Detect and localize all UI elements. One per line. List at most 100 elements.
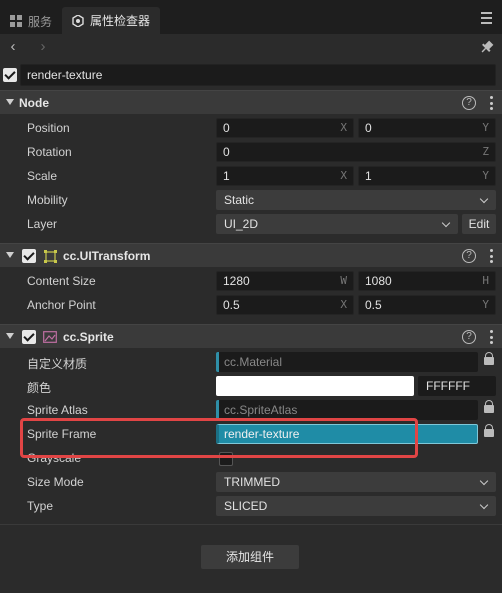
custom-material-asset-field[interactable]: cc.Material [216,352,478,372]
axis-label: X [340,298,347,311]
inspector-icon [72,14,84,27]
divider [0,524,502,525]
edit-layer-button[interactable]: Edit [462,214,496,234]
color-swatch[interactable] [216,376,414,396]
anchor-y-input[interactable]: 0.5 Y [358,295,496,315]
prop-row-layer: Layer UI_2D Edit [0,212,502,236]
prop-label: Sprite Atlas [27,403,88,417]
collapse-caret-icon[interactable] [6,99,14,105]
tab-inspector-label: 属性检查器 [90,14,151,28]
tab-inspector[interactable]: 属性检查器 [62,7,161,34]
prop-row-sprite-frame: Sprite Frame render-texture [0,422,502,446]
axis-label: Y [482,169,489,182]
section-title: Node [19,96,49,110]
panel-tab-bar: 服务 属性检查器 [0,0,502,34]
prop-row-anchor-point: Anchor Point 0.5 X 0.5 Y [0,293,502,317]
anchor-x-input[interactable]: 0.5 X [216,295,354,315]
section-title: cc.Sprite [63,330,114,344]
section-uitransform-header[interactable]: cc.UITransform ? [0,243,502,267]
prop-label: 颜色 [27,381,52,395]
more-options-icon[interactable] [489,330,493,344]
node-active-checkbox[interactable] [3,68,17,82]
prop-label: Mobility [27,193,68,207]
prop-label: Rotation [27,145,72,159]
prop-label: Content Size [27,274,96,288]
prop-row-custom-material: 自定义材质 cc.Material [0,350,502,374]
rotation-z-input[interactable]: 0Z [216,142,496,162]
tab-services-label: 服务 [28,14,53,29]
chevron-down-icon [479,476,489,486]
add-component-button[interactable]: 添加组件 [201,545,299,569]
grid-icon [10,15,22,27]
prop-row-position: Position 0X 0Y [0,116,502,140]
prop-label: Type [27,499,54,513]
sprite-frame-asset-field[interactable]: render-texture [216,424,478,444]
prop-label: Grayscale [27,451,82,465]
pin-icon[interactable] [478,38,496,56]
sprite-atlas-asset-field[interactable]: cc.SpriteAtlas [216,400,478,420]
lock-icon[interactable] [484,424,494,437]
position-x-input[interactable]: 0X [216,118,354,138]
sprite-image-icon [43,331,57,343]
color-hex-input[interactable]: FFFFFF [418,376,496,396]
prop-row-color: 颜色 FFFFFF [0,374,502,398]
help-icon[interactable]: ? [462,249,476,263]
prop-row-grayscale: Grayscale [0,446,502,470]
collapse-caret-icon[interactable] [6,252,14,258]
prop-row-sprite-atlas: Sprite Atlas cc.SpriteAtlas [0,398,502,422]
component-enabled-checkbox[interactable] [22,249,36,263]
type-select[interactable]: SLICED [216,496,496,516]
axis-label: Y [482,121,489,134]
back-arrow-icon[interactable]: ‹ [4,38,22,56]
tab-services[interactable]: 服务 [0,8,62,34]
layer-select[interactable]: UI_2D [216,214,458,234]
content-width-input[interactable]: 1280 W [216,271,354,291]
prop-row-content-size: Content Size 1280 W 1080 H [0,269,502,293]
grayscale-checkbox[interactable] [219,452,233,466]
node-name-input[interactable]: render-texture [20,64,496,86]
prop-label: Size Mode [27,475,84,489]
collapse-caret-icon[interactable] [6,333,14,339]
axis-label: X [340,121,347,134]
mobility-select[interactable]: Static [216,190,496,210]
prop-row-mobility: Mobility Static [0,188,502,212]
axis-label: Y [482,298,489,311]
node-name-bar: render-texture [0,62,502,88]
chevron-down-icon [441,218,451,228]
help-icon[interactable]: ? [462,96,476,110]
size-mode-select[interactable]: TRIMMED [216,472,496,492]
component-enabled-checkbox[interactable] [22,330,36,344]
position-y-input[interactable]: 0Y [358,118,496,138]
scale-y-input[interactable]: 1Y [358,166,496,186]
forward-arrow-icon[interactable]: › [34,38,52,56]
hamburger-menu-icon[interactable] [476,10,496,26]
axis-label: X [340,169,347,182]
prop-label: Sprite Frame [27,427,97,441]
section-node-header[interactable]: Node ? [0,90,502,114]
prop-label: Position [27,121,70,135]
prop-row-size-mode: Size Mode TRIMMED [0,470,502,494]
more-options-icon[interactable] [489,249,493,263]
axis-label: Z [482,145,489,158]
uitransform-icon [44,250,57,263]
scale-x-input[interactable]: 1X [216,166,354,186]
prop-row-rotation: Rotation 0Z [0,140,502,164]
prop-row-type: Type SLICED [0,494,502,518]
more-options-icon[interactable] [489,96,493,110]
lock-icon[interactable] [484,400,494,413]
prop-label: Anchor Point [27,298,96,312]
prop-label: Layer [27,217,58,231]
content-height-input[interactable]: 1080 H [358,271,496,291]
axis-label: W [340,274,347,287]
prop-row-scale: Scale 1X 1Y [0,164,502,188]
inspector-toolbar: ‹ › [0,34,502,60]
chevron-down-icon [479,500,489,510]
help-icon[interactable]: ? [462,330,476,344]
section-sprite-header[interactable]: cc.Sprite ? [0,324,502,348]
prop-label: 自定义材质 [27,357,88,371]
axis-label: H [482,274,489,287]
chevron-down-icon [479,194,489,204]
lock-icon[interactable] [484,352,494,365]
section-title: cc.UITransform [63,249,151,263]
prop-label: Scale [27,169,58,183]
